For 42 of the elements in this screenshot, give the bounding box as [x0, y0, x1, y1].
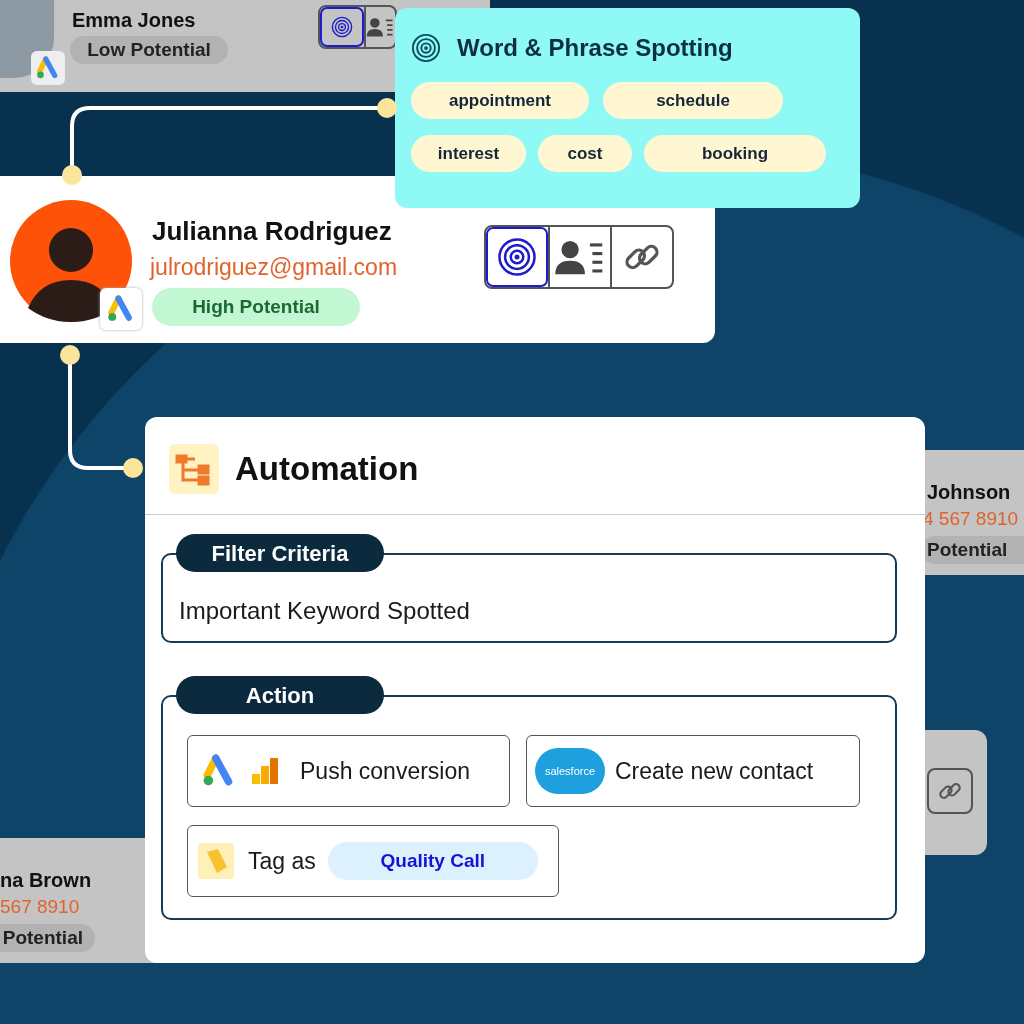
- section-label: Action: [176, 676, 384, 714]
- keyword-chip: interest: [411, 135, 526, 172]
- connector-dot: [123, 458, 143, 478]
- keyword-chip: cost: [538, 135, 632, 172]
- status-pill: Potential: [0, 924, 95, 952]
- connector-dot: [62, 165, 82, 185]
- bar-chart-icon: [250, 756, 280, 786]
- connector-dot: [60, 345, 80, 365]
- contact-name: na Brown: [0, 868, 92, 893]
- section-label: Filter Criteria: [176, 534, 384, 572]
- ads-logo-icon: [107, 295, 135, 323]
- spotting-button[interactable]: [320, 7, 364, 47]
- contact-name: Julianna Rodriguez: [152, 215, 392, 248]
- spotting-button[interactable]: [486, 227, 548, 287]
- contact-name: Emma Jones: [72, 8, 196, 33]
- status-pill: Low Potential: [70, 36, 228, 64]
- card-title: Automation: [235, 449, 419, 490]
- target-icon: [331, 16, 353, 38]
- tag-icon: [198, 843, 234, 879]
- connector-dot: [377, 98, 397, 118]
- keyword-chip: schedule: [603, 82, 783, 119]
- email-address: julrodriguez@gmail.com: [150, 253, 398, 282]
- keyword-chip: booking: [644, 135, 826, 172]
- phone-number: 567 8910: [0, 895, 80, 919]
- target-icon: [411, 33, 441, 63]
- card-title: Word & Phrase Spotting: [457, 33, 733, 63]
- button-label: Push conversion: [300, 756, 471, 786]
- action-button[interactable]: Tag as Quality Call: [187, 825, 559, 897]
- cloud-logo: salesforce: [535, 748, 605, 794]
- action-button[interactable]: salesforce Create new contact: [526, 735, 860, 807]
- contact-name: Johnson: [927, 480, 1011, 505]
- button-label: Create new contact: [615, 756, 814, 786]
- filter-value: Important Keyword Spotted: [179, 596, 470, 626]
- keyword-chip: appointment: [411, 82, 589, 119]
- flowchart-icon: [169, 444, 219, 494]
- avatar-icon: [10, 200, 132, 322]
- tag-pill: Quality Call: [327, 842, 538, 880]
- button-label: Tag as: [248, 846, 316, 876]
- contact-card-icon: [366, 16, 395, 38]
- target-icon: [497, 237, 537, 277]
- status-pill: High Potential: [152, 288, 360, 326]
- action-button[interactable]: Push conversion: [187, 735, 510, 807]
